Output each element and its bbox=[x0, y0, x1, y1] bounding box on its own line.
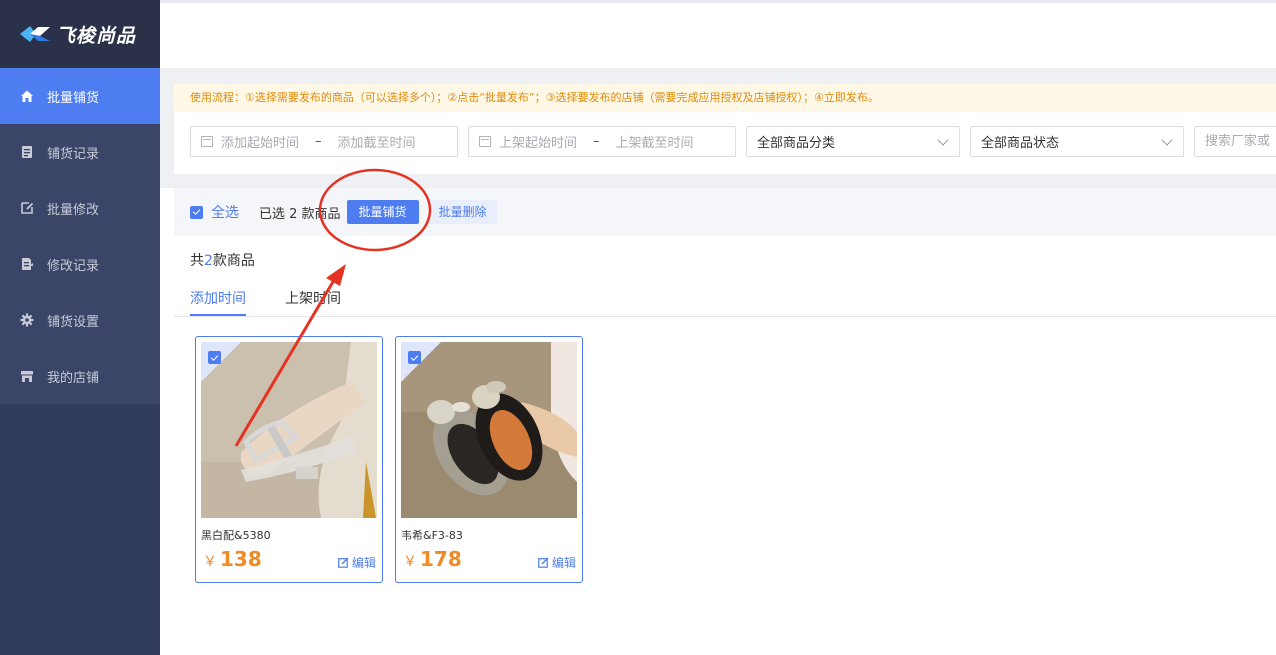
range-separator: – bbox=[315, 134, 322, 149]
sidebar-menu: 批量铺货 铺货记录 批量修改 修改记录 铺货设置 我的店铺 bbox=[0, 68, 160, 404]
status-select[interactable]: 全部商品状态 bbox=[970, 126, 1184, 157]
sidebar: 飞梭尚品 批量铺货 铺货记录 批量修改 修改记录 铺货设置 我的店铺 bbox=[0, 0, 160, 655]
category-select[interactable]: 全部商品分类 bbox=[746, 126, 960, 157]
sidebar-item-my-stores[interactable]: 我的店铺 bbox=[0, 348, 160, 404]
total-count: 2 bbox=[204, 253, 213, 269]
product-card[interactable]: 韦希&F3-83 ￥ 178 编辑 bbox=[395, 336, 583, 583]
edit-icon bbox=[538, 557, 549, 568]
record-icon bbox=[20, 257, 34, 271]
product-image-flats[interactable] bbox=[401, 342, 577, 518]
card-corner-decoration bbox=[401, 342, 441, 382]
product-total: 共2款商品 bbox=[190, 250, 255, 270]
price-value: 178 bbox=[420, 547, 462, 571]
chevron-down-icon bbox=[937, 133, 949, 146]
chevron-down-icon bbox=[1161, 133, 1173, 146]
product-name: 韦希&F3-83 bbox=[401, 529, 463, 542]
edit-label: 编辑 bbox=[551, 556, 576, 570]
bulk-delete-button[interactable]: 批量删除 bbox=[428, 200, 497, 224]
bulk-action-bar: 全选 已选 2 款商品 批量铺货 批量删除 bbox=[174, 188, 1276, 236]
range-separator: – bbox=[593, 134, 600, 149]
usage-notice: 使用流程：①选择需要发布的商品（可以选择多个）；②点击“批量发布”；③选择要发布… bbox=[174, 84, 1276, 112]
sidebar-item-label: 铺货设置 bbox=[47, 314, 100, 330]
tab-add-time[interactable]: 添加时间 bbox=[190, 288, 246, 316]
tab-shelf-time[interactable]: 上架时间 bbox=[285, 288, 341, 316]
calendar-icon bbox=[201, 136, 213, 147]
add-end-placeholder: 添加截至时间 bbox=[337, 136, 416, 151]
bulk-distribute-button[interactable]: 批量铺货 bbox=[346, 200, 419, 224]
edit-product-button[interactable]: 编辑 bbox=[338, 554, 376, 571]
product-price: ￥ 138 bbox=[203, 547, 262, 571]
search-input[interactable]: 搜索厂家或 bbox=[1194, 126, 1276, 157]
sidebar-item-label: 修改记录 bbox=[47, 258, 100, 274]
selected-count: 已选 2 款商品 bbox=[259, 206, 341, 222]
document-icon bbox=[20, 145, 34, 159]
edit-icon bbox=[20, 201, 34, 215]
sidebar-item-label: 批量修改 bbox=[47, 202, 100, 218]
gear-icon bbox=[20, 313, 34, 327]
sidebar-item-distribute-records[interactable]: 铺货记录 bbox=[0, 124, 160, 180]
shelf-time-range-picker[interactable]: 上架起始时间 – 上架截至时间 bbox=[468, 126, 736, 157]
sidebar-item-distribute-settings[interactable]: 铺货设置 bbox=[0, 292, 160, 348]
product-price: ￥ 178 bbox=[403, 547, 462, 571]
calendar-icon bbox=[479, 136, 491, 147]
filter-bar: 添加起始时间 – 添加截至时间 上架起始时间 – 上架截至时间 全部商品分类 全… bbox=[174, 112, 1276, 174]
total-prefix: 共 bbox=[190, 253, 204, 269]
shelf-start-placeholder: 上架起始时间 bbox=[499, 136, 578, 151]
select-all-label[interactable]: 全选 bbox=[211, 202, 239, 222]
edit-label: 编辑 bbox=[351, 556, 376, 570]
currency-symbol: ￥ bbox=[203, 554, 217, 570]
status-select-value: 全部商品状态 bbox=[981, 136, 1060, 151]
select-all-checkbox[interactable] bbox=[190, 205, 203, 219]
product-card[interactable]: 黑白配&5380 ￥ 138 编辑 bbox=[195, 336, 383, 583]
sidebar-item-label: 铺货记录 bbox=[47, 146, 100, 162]
sidebar-item-edit-records[interactable]: 修改记录 bbox=[0, 236, 160, 292]
add-start-placeholder: 添加起始时间 bbox=[221, 136, 300, 151]
brand-logo[interactable]: 飞梭尚品 bbox=[0, 0, 160, 68]
product-name: 黑白配&5380 bbox=[201, 529, 271, 542]
product-checkbox[interactable] bbox=[408, 351, 421, 364]
shelf-end-placeholder: 上架截至时间 bbox=[615, 136, 694, 151]
category-select-value: 全部商品分类 bbox=[757, 136, 836, 151]
sidebar-item-bulk-distribute[interactable]: 批量铺货 bbox=[0, 68, 160, 124]
add-time-range-picker[interactable]: 添加起始时间 – 添加截至时间 bbox=[190, 126, 458, 157]
total-suffix: 款商品 bbox=[212, 253, 255, 269]
sort-tabs: 添加时间 上架时间 bbox=[174, 284, 1276, 317]
home-icon bbox=[20, 89, 34, 103]
card-corner-decoration bbox=[201, 342, 241, 382]
price-value: 138 bbox=[220, 547, 262, 571]
edit-icon bbox=[338, 557, 349, 568]
brand-diamond-icon bbox=[18, 24, 52, 44]
main-content: 使用流程：①选择需要发布的商品（可以选择多个）；②点击“批量发布”；③选择要发布… bbox=[160, 0, 1276, 655]
top-header bbox=[160, 0, 1276, 68]
sidebar-item-bulk-edit[interactable]: 批量修改 bbox=[0, 180, 160, 236]
sidebar-item-label: 我的店铺 bbox=[47, 370, 100, 386]
store-icon bbox=[20, 369, 34, 383]
product-checkbox[interactable] bbox=[208, 351, 221, 364]
currency-symbol: ￥ bbox=[403, 554, 417, 570]
sidebar-item-label: 批量铺货 bbox=[47, 90, 100, 106]
brand-name: 飞梭尚品 bbox=[56, 24, 137, 47]
edit-product-button[interactable]: 编辑 bbox=[538, 554, 576, 571]
product-image-sandal[interactable] bbox=[201, 342, 377, 518]
